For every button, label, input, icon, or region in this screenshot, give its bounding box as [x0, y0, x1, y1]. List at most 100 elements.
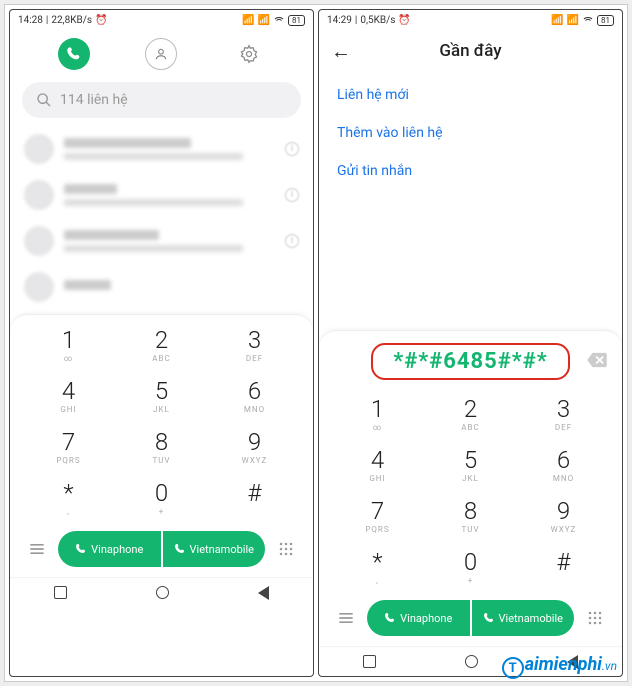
key-digit: 9	[517, 499, 610, 523]
key-*[interactable]: *,	[331, 541, 424, 592]
key-5[interactable]: 5 JKL	[424, 439, 517, 490]
key-6[interactable]: 6MNO	[208, 370, 301, 421]
key-letters: ,	[22, 507, 115, 516]
key-letters: +	[424, 576, 517, 585]
key-6[interactable]: 6MNO	[517, 439, 610, 490]
dialed-number: *#*#6485#*#*	[393, 349, 548, 374]
key-digit: 0	[115, 481, 208, 505]
key-letters: WXYZ	[517, 525, 610, 534]
list-item[interactable]: i	[10, 172, 313, 218]
send-sms-link[interactable]: Gửi tin nhắn	[337, 152, 604, 190]
key-letters: WXYZ	[208, 456, 301, 465]
avatar	[24, 226, 54, 256]
key-digit: 1	[331, 397, 424, 421]
key-digit: 3	[517, 397, 610, 421]
avatar	[24, 180, 54, 210]
key-digit: 2	[115, 328, 208, 352]
menu-button[interactable]	[22, 534, 52, 564]
settings-tab[interactable]	[233, 38, 265, 70]
info-icon[interactable]: i	[285, 234, 299, 248]
key-#[interactable]: #	[208, 472, 301, 523]
key-#[interactable]: #	[517, 541, 610, 592]
key-9[interactable]: 9 WXYZ	[517, 490, 610, 541]
status-time: 14:29	[327, 15, 352, 26]
alarm-icon: ⏰	[95, 15, 107, 26]
list-item[interactable]: i	[10, 218, 313, 264]
keypad: 1∞2ABC3DEF4GHI5JKL6MNO7PQRS8TUV9WXYZ*,0+…	[319, 384, 622, 592]
key-letters: ∞	[22, 354, 115, 363]
recents-button[interactable]	[54, 586, 67, 599]
contact-list: i i i	[10, 122, 313, 314]
phone-icon	[66, 46, 82, 62]
key-1[interactable]: 1∞	[331, 388, 424, 439]
backspace-icon	[586, 352, 608, 368]
key-5[interactable]: 5JKL	[115, 370, 208, 421]
key-0[interactable]: 0+	[115, 472, 208, 523]
key-9[interactable]: 9WXYZ	[208, 421, 301, 472]
call-sim2-button[interactable]: Vietnamobile	[472, 600, 575, 636]
avatar	[24, 134, 54, 164]
key-letters: JKL	[424, 474, 517, 483]
key-2[interactable]: 2ABC	[115, 319, 208, 370]
backspace-button[interactable]	[586, 352, 608, 372]
back-button[interactable]: ←	[331, 39, 351, 64]
key-7[interactable]: 7PQRS	[331, 490, 424, 541]
home-button[interactable]	[156, 586, 169, 599]
menu-button[interactable]	[331, 603, 361, 633]
key-digit: 6	[208, 379, 301, 403]
home-button[interactable]	[465, 655, 478, 668]
status-net: 22,8KB/s	[51, 15, 92, 26]
key-digit: 8	[424, 499, 517, 523]
key-digit: 0	[424, 550, 517, 574]
phone-tab[interactable]	[58, 38, 90, 70]
key-digit: #	[208, 481, 301, 505]
key-letters: ABC	[424, 423, 517, 432]
info-icon[interactable]: i	[285, 142, 299, 156]
android-nav	[10, 577, 313, 607]
back-button[interactable]	[258, 586, 269, 600]
phone-screen-left: 14:28 | 22,8KB/s ⏰ 📶 📶 81	[9, 9, 314, 677]
search-input[interactable]: 114 liên hệ	[22, 82, 301, 118]
info-icon[interactable]: i	[285, 188, 299, 202]
key-1[interactable]: 1∞	[22, 319, 115, 370]
keypad: 1∞2ABC3DEF 4GHI5JKL6MNO 7PQRS8TUV9WXYZ *,0+…	[10, 315, 313, 523]
wifi-icon	[273, 13, 285, 28]
key-letters: ,	[331, 576, 424, 585]
call-sim1-button[interactable]: Vinaphone	[367, 600, 470, 636]
dialpad-icon	[585, 608, 605, 628]
key-4[interactable]: 4GHI	[331, 439, 424, 490]
key-3[interactable]: 3DEF	[517, 388, 610, 439]
alarm-icon: ⏰	[398, 15, 410, 26]
key-letters	[208, 507, 301, 516]
key-3[interactable]: 3DEF	[208, 319, 301, 370]
status-bar: 14:29 | 0,5KB/s ⏰ 📶 📶 81	[319, 10, 622, 30]
list-item[interactable]	[10, 264, 313, 310]
key-0[interactable]: 0+	[424, 541, 517, 592]
key-letters	[517, 576, 610, 585]
key-digit: 3	[208, 328, 301, 352]
key-7[interactable]: 7PQRS	[22, 421, 115, 472]
action-list: Liên hệ mới Thêm vào liên hệ Gửi tin nhắ…	[319, 72, 622, 194]
contacts-tab[interactable]	[145, 38, 177, 70]
call-sim2-button[interactable]: Vietnamobile	[163, 531, 266, 567]
list-item[interactable]: i	[10, 126, 313, 172]
key-letters: MNO	[517, 474, 610, 483]
key-*[interactable]: *,	[22, 472, 115, 523]
key-digit: *	[22, 481, 115, 505]
signal-icon: 📶	[551, 15, 563, 26]
key-digit: 5	[424, 448, 517, 472]
new-contact-link[interactable]: Liên hệ mới	[337, 76, 604, 114]
dialpad-toggle[interactable]	[580, 603, 610, 633]
phone-screen-right: 14:29 | 0,5KB/s ⏰ 📶 📶 81 ← Gần đây Liên …	[318, 9, 623, 677]
key-4[interactable]: 4GHI	[22, 370, 115, 421]
phone-icon	[75, 543, 87, 555]
dialer-panel: 1∞2ABC3DEF 4GHI5JKL6MNO 7PQRS8TUV9WXYZ *,0+…	[10, 314, 313, 577]
dialpad-toggle[interactable]	[271, 534, 301, 564]
key-8[interactable]: 8TUV	[424, 490, 517, 541]
battery-icon: 81	[597, 15, 614, 26]
call-sim1-button[interactable]: Vinaphone	[58, 531, 161, 567]
add-to-contact-link[interactable]: Thêm vào liên hệ	[337, 114, 604, 152]
key-8[interactable]: 8TUV	[115, 421, 208, 472]
recents-button[interactable]	[363, 655, 376, 668]
key-2[interactable]: 2ABC	[424, 388, 517, 439]
